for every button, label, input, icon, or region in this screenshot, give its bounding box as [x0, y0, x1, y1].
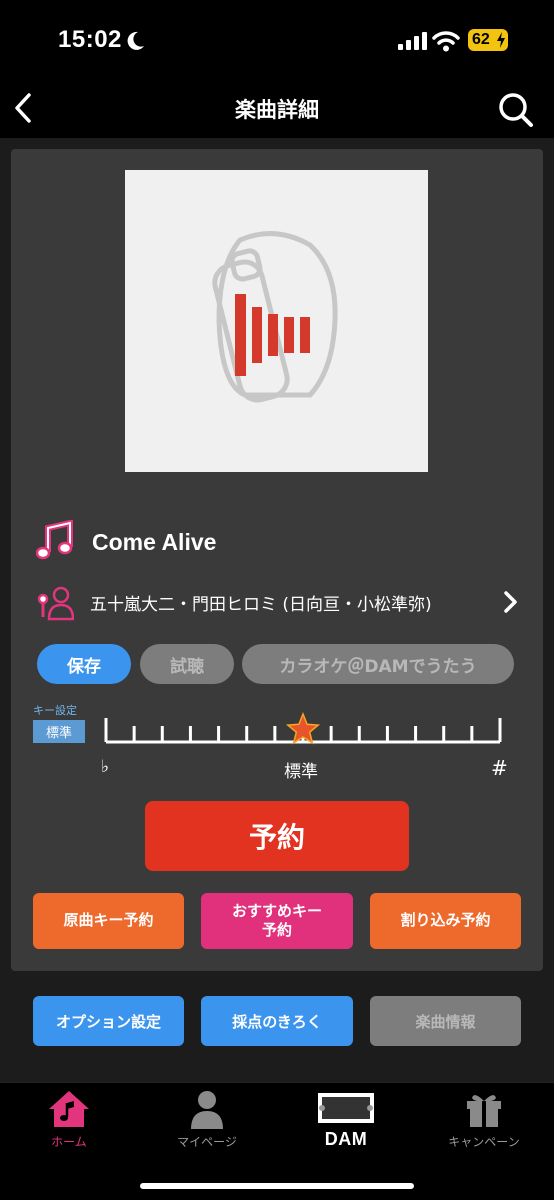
recommended-key-line1: おすすめキー: [231, 901, 322, 920]
option-settings-button[interactable]: オプション設定: [33, 996, 184, 1046]
recommended-key-line2: 予約: [261, 921, 292, 939]
tab-home[interactable]: ホーム: [9, 1089, 129, 1151]
song-info-button[interactable]: 楽曲情報: [370, 996, 521, 1046]
song-title: Come Alive: [92, 528, 217, 555]
wifi-icon: [432, 31, 460, 52]
moon-icon: [127, 31, 144, 50]
status-bar: 15:02 62: [0, 0, 554, 80]
tab-home-label: ホーム: [51, 1135, 87, 1149]
status-time: 15:02: [58, 26, 122, 53]
reserve-button[interactable]: 予約: [145, 801, 409, 871]
home-indicator: [140, 1183, 414, 1189]
gift-icon: [467, 1095, 501, 1127]
tab-mypage-label: マイページ: [177, 1135, 237, 1149]
battery-level: 62: [472, 31, 490, 48]
recommended-key-reserve-button[interactable]: おすすめキー 予約: [201, 893, 353, 949]
chevron-right-icon: [504, 591, 517, 613]
save-button[interactable]: 保存: [37, 644, 131, 684]
singer-icon: [37, 586, 74, 621]
key-flat-label: ♭: [101, 757, 110, 777]
tab-dam[interactable]: DAM: [286, 1089, 406, 1151]
interrupt-reserve-button[interactable]: 割り込み予約: [370, 893, 521, 949]
dam-placeholder-logo-icon: [212, 231, 338, 403]
original-key-reserve-button[interactable]: 原曲キー予約: [33, 893, 184, 949]
score-record-button[interactable]: 採点のきろく: [201, 996, 353, 1046]
search-icon[interactable]: [496, 90, 536, 130]
listen-button[interactable]: 試聴: [140, 644, 234, 684]
tab-dam-label: DAM: [324, 1129, 368, 1149]
dam-screen-icon: [318, 1093, 374, 1123]
nav-bar: 楽曲詳細: [0, 80, 554, 138]
key-setting-label: キー設定: [33, 704, 77, 717]
karaoke-dam-button[interactable]: カラオケ＠DAMでうたう: [242, 644, 514, 684]
tab-mypage[interactable]: マイページ: [147, 1089, 267, 1151]
tab-campaign-label: キャンペーン: [448, 1135, 520, 1149]
page-title: 楽曲詳細: [235, 98, 319, 122]
key-sharp-label: #: [491, 756, 508, 780]
tab-campaign[interactable]: キャンペーン: [424, 1089, 544, 1151]
artist-name: 五十嵐大二・門田ヒロミ (日向亘・小松準弥): [90, 594, 432, 615]
battery-indicator: 62: [468, 29, 508, 51]
charging-bolt-icon: [497, 32, 505, 48]
artist-row[interactable]: 五十嵐大二・門田ヒロミ (日向亘・小松準弥): [36, 582, 520, 622]
signal-icon: [398, 32, 427, 50]
song-title-row: Come Alive: [36, 520, 216, 564]
user-icon: [191, 1091, 223, 1129]
music-note-icon: [36, 520, 73, 560]
home-icon: [49, 1091, 89, 1127]
key-current-badge: 標準: [33, 720, 85, 743]
song-artwork: [125, 170, 428, 472]
key-standard-label: 標準: [284, 762, 318, 782]
